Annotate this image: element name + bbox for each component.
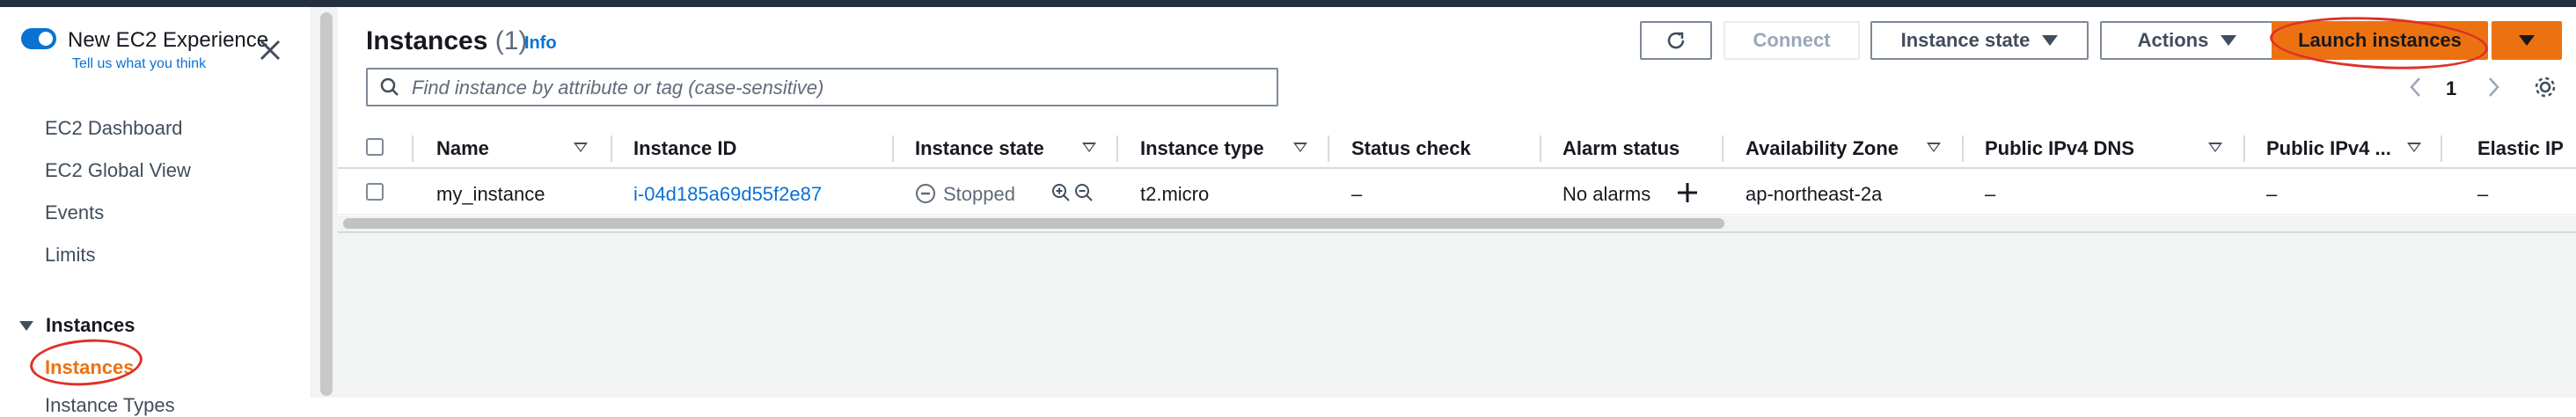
search-field[interactable]: [366, 68, 1278, 106]
chevron-right-icon[interactable]: [2485, 74, 2502, 100]
sort-icon[interactable]: [1082, 143, 1096, 152]
zoom-in-icon[interactable]: [1050, 182, 1072, 203]
column-header-elastic-ip[interactable]: Elastic IP: [2477, 137, 2564, 160]
column-divider[interactable]: [1722, 135, 1723, 162]
table-header: Name Instance ID Instance state Instance…: [338, 125, 2576, 169]
sort-icon[interactable]: [1293, 143, 1307, 152]
chevron-down-icon: [2221, 35, 2237, 46]
cell-name: my_instance: [436, 183, 545, 205]
instances-panel: Instances (1) Info Connect Instance stat…: [338, 7, 2576, 233]
column-divider[interactable]: [1540, 135, 1541, 162]
main-content: Instances (1) Info Connect Instance stat…: [338, 7, 2576, 398]
sidebar-section-instances[interactable]: Instances: [19, 314, 135, 337]
sidebar-item-events[interactable]: Events: [45, 201, 104, 224]
column-header-name[interactable]: Name: [436, 137, 489, 160]
cell-instance-type: t2.micro: [1140, 183, 1210, 205]
stopped-status-icon: [916, 184, 935, 203]
cell-public-ipv4: –: [2266, 183, 2278, 205]
chevron-down-icon: [2042, 35, 2059, 46]
column-header-status-check[interactable]: Status check: [1351, 137, 1471, 160]
cell-status-check: –: [1351, 183, 1363, 205]
column-header-instance-state[interactable]: Instance state: [915, 137, 1044, 160]
sidebar: New EC2 Experience Tell us what you thin…: [0, 7, 311, 416]
column-divider[interactable]: [1328, 135, 1329, 162]
cell-instance-state: Stopped: [943, 183, 1015, 205]
chevron-left-icon[interactable]: [2407, 74, 2425, 100]
new-experience-toggle[interactable]: [21, 28, 56, 49]
sidebar-section-label: Instances: [46, 314, 135, 336]
column-divider[interactable]: [1962, 135, 1964, 162]
instance-count: (1): [494, 26, 528, 55]
top-navigation-bar: [0, 0, 2576, 7]
launch-instances-dropdown[interactable]: [2492, 21, 2562, 60]
info-link[interactable]: Info: [524, 33, 557, 54]
page-title-text: Instances: [366, 26, 488, 55]
chevron-down-icon: [2519, 35, 2535, 46]
column-divider: [412, 135, 413, 162]
sort-icon[interactable]: [2407, 143, 2421, 152]
sidebar-item-limits[interactable]: Limits: [45, 244, 95, 267]
annotation-circle-instances: [28, 335, 144, 390]
zoom-out-icon[interactable]: [1073, 182, 1094, 203]
refresh-icon: [1667, 32, 1685, 49]
search-icon: [380, 77, 399, 96]
connect-button[interactable]: Connect: [1723, 21, 1860, 60]
actions-dropdown[interactable]: Actions: [2100, 21, 2274, 60]
column-header-instance-id[interactable]: Instance ID: [633, 137, 736, 160]
cell-availability-zone: ap-northeast-2a: [1745, 183, 1883, 205]
actions-dropdown-label: Actions: [2137, 29, 2209, 51]
sort-icon[interactable]: [574, 143, 588, 152]
sort-icon[interactable]: [1927, 143, 1941, 152]
column-header-alarm-status[interactable]: Alarm status: [1562, 137, 1680, 160]
new-experience-title: New EC2 Experience: [68, 28, 269, 52]
sidebar-scrollbar-thumb[interactable]: [320, 12, 333, 396]
column-header-public-ipv4-dns[interactable]: Public IPv4 DNS: [1985, 137, 2134, 160]
connect-button-label: Connect: [1753, 29, 1831, 51]
column-header-instance-type[interactable]: Instance type: [1140, 137, 1264, 160]
table-row[interactable]: my_instance i-04d185a69d55f2e87 Stopped …: [338, 171, 2576, 215]
search-input[interactable]: [412, 75, 1256, 101]
cell-elastic-ip: –: [2477, 183, 2489, 205]
close-icon[interactable]: [257, 37, 283, 63]
column-divider[interactable]: [2441, 135, 2442, 162]
gear-icon[interactable]: [2532, 74, 2558, 100]
cell-public-ipv4-dns: –: [1985, 183, 1996, 205]
feedback-link[interactable]: Tell us what you think: [72, 56, 206, 72]
table-scrollbar-thumb[interactable]: [343, 218, 1724, 229]
instance-state-dropdown[interactable]: Instance state: [1870, 21, 2089, 60]
cell-instance-id-link[interactable]: i-04d185a69d55f2e87: [633, 183, 822, 206]
caret-down-icon: [19, 320, 33, 331]
column-divider[interactable]: [1116, 135, 1118, 162]
add-alarm-icon[interactable]: [1675, 180, 1700, 205]
page-number[interactable]: 1: [2446, 77, 2456, 100]
column-divider[interactable]: [892, 135, 894, 162]
row-select-checkbox[interactable]: [366, 183, 384, 201]
sort-icon[interactable]: [2208, 143, 2222, 152]
instance-state-dropdown-label: Instance state: [1900, 29, 2031, 51]
column-divider[interactable]: [611, 135, 612, 162]
select-all-checkbox[interactable]: [366, 138, 384, 156]
column-header-availability-zone[interactable]: Availability Zone: [1745, 137, 1899, 160]
sidebar-item-ec2-dashboard[interactable]: EC2 Dashboard: [45, 117, 183, 140]
page-title: Instances (1): [366, 26, 527, 56]
column-divider[interactable]: [2243, 135, 2245, 162]
column-header-public-ipv4[interactable]: Public IPv4 ...: [2266, 137, 2391, 160]
sidebar-item-ec2-global-view[interactable]: EC2 Global View: [45, 159, 191, 182]
refresh-button[interactable]: [1640, 21, 1712, 60]
cell-alarm-status: No alarms: [1562, 183, 1651, 205]
